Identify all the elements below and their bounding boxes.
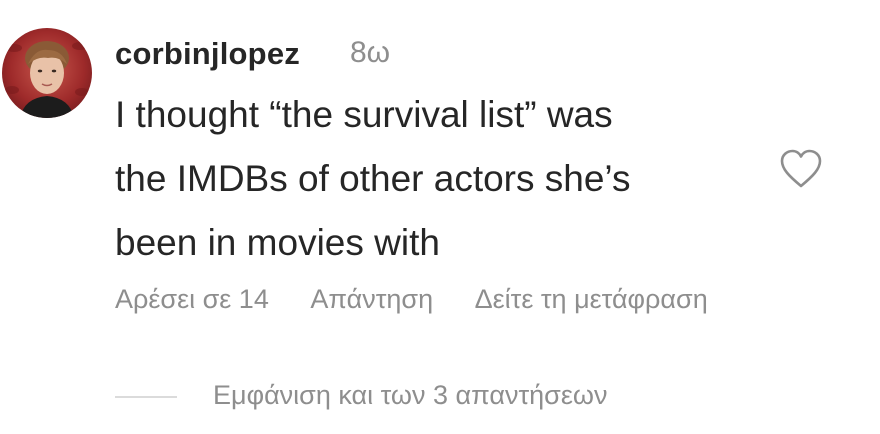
see-translation-button[interactable]: Δείτε τη μετάφραση bbox=[475, 284, 708, 315]
view-replies-button[interactable]: Εμφάνιση και των 3 απαντήσεων bbox=[213, 380, 607, 411]
comment-item: corbinjlopez 8ω I thought “the survival … bbox=[0, 0, 880, 434]
like-heart-icon bbox=[780, 149, 822, 188]
likes-count-button[interactable]: Αρέσει σε 14 bbox=[115, 284, 269, 315]
user-avatar-icon bbox=[5, 41, 89, 118]
comment-text: I thought “the survival list” was the IM… bbox=[115, 94, 631, 263]
comment-actions: Αρέσει σε 14 Απάντηση Δείτε τη μετάφραση bbox=[115, 284, 708, 315]
comment-username[interactable]: corbinjlopez bbox=[115, 36, 300, 72]
reply-button[interactable]: Απάντηση bbox=[310, 284, 433, 315]
avatar[interactable] bbox=[2, 28, 92, 118]
heart-outline-icon[interactable] bbox=[779, 148, 823, 190]
replies-divider bbox=[115, 396, 177, 398]
comment-timestamp[interactable]: 8ω bbox=[350, 36, 390, 70]
